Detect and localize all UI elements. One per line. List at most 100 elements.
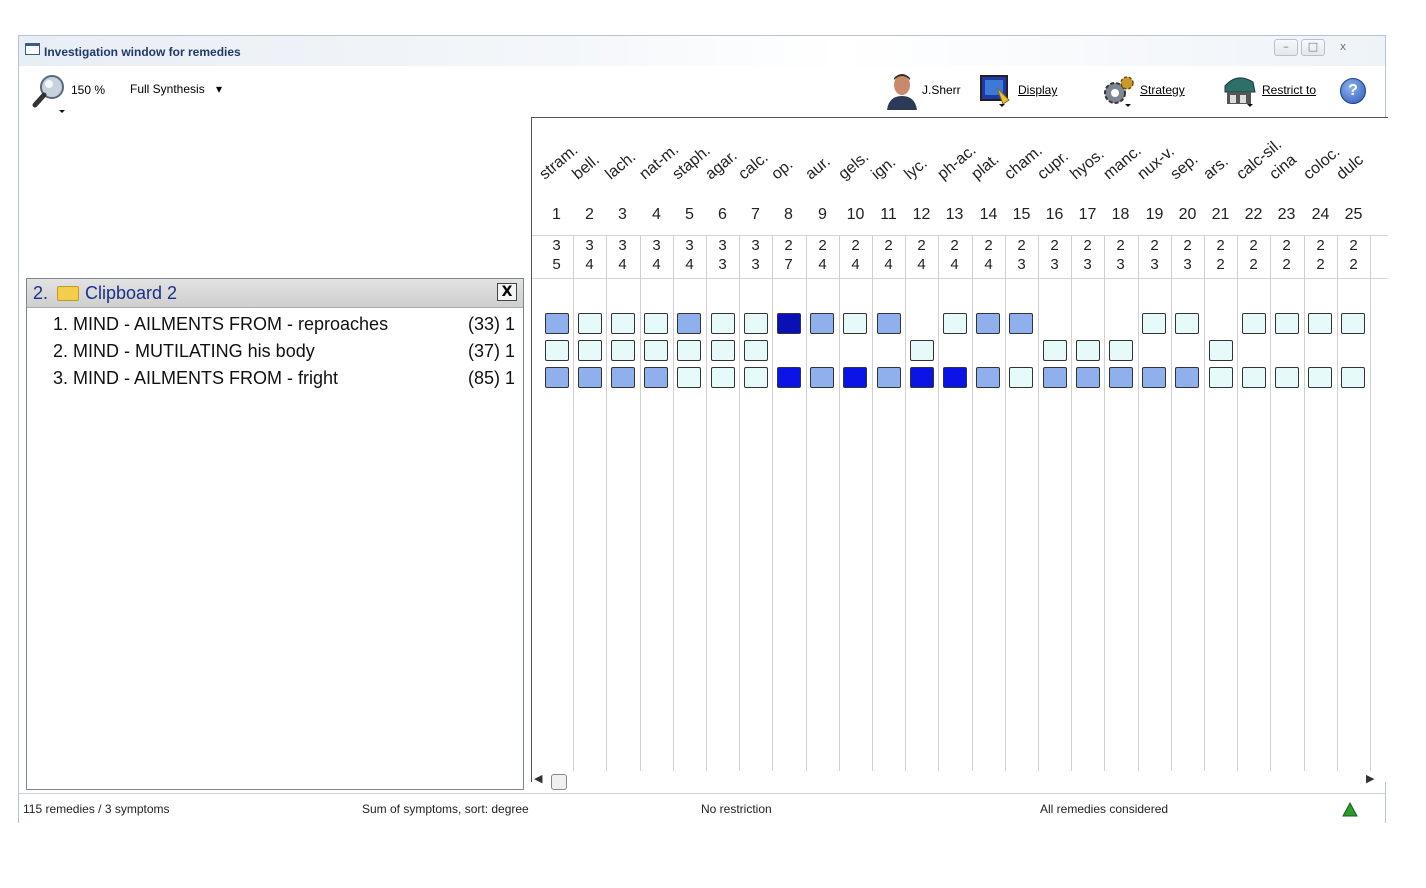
grade-cell[interactable]: [777, 313, 801, 334]
remedy-name[interactable]: aur.: [802, 153, 834, 184]
remedy-name[interactable]: cham.: [1001, 142, 1046, 184]
grade-cell[interactable]: [1242, 313, 1266, 334]
user-name[interactable]: J.Sherr: [922, 83, 961, 97]
grade-cell[interactable]: [744, 340, 768, 361]
grade-cell[interactable]: [910, 340, 934, 361]
grade-cell[interactable]: [1209, 367, 1233, 388]
column-divider: [1071, 235, 1072, 771]
grade-cell[interactable]: [877, 313, 901, 334]
strategy-button[interactable]: Strategy: [1140, 83, 1185, 97]
remedy-name[interactable]: lyc.: [901, 155, 931, 184]
column-divider: [573, 235, 574, 771]
grade-cell[interactable]: [1242, 367, 1266, 388]
remedy-name[interactable]: op.: [768, 156, 797, 184]
grade-cell[interactable]: [1109, 367, 1133, 388]
remedy-degree-sum: 4: [685, 256, 694, 273]
grade-cell[interactable]: [677, 313, 701, 334]
grade-cell[interactable]: [644, 313, 668, 334]
remedy-rank: 14: [979, 206, 998, 223]
grade-cell[interactable]: [1109, 340, 1133, 361]
grade-cell[interactable]: [1308, 313, 1332, 334]
grade-cell[interactable]: [1209, 340, 1233, 361]
grade-cell[interactable]: [545, 313, 569, 334]
restrict-button[interactable]: Restrict to: [1262, 83, 1316, 97]
grade-cell[interactable]: [611, 313, 635, 334]
grade-cell[interactable]: [578, 340, 602, 361]
minimize-button[interactable]: –: [1274, 39, 1298, 56]
grade-cell[interactable]: [711, 367, 735, 388]
grade-cell[interactable]: [1142, 313, 1166, 334]
zoom-button[interactable]: [31, 74, 67, 114]
restrict-icon-button[interactable]: [1223, 72, 1259, 108]
display-icon-button[interactable]: [979, 74, 1013, 108]
grade-cell[interactable]: [545, 340, 569, 361]
remedy-rank: 17: [1078, 206, 1097, 223]
display-button[interactable]: Display: [1018, 83, 1057, 97]
grade-cell[interactable]: [1009, 313, 1033, 334]
grade-cell[interactable]: [976, 367, 1000, 388]
horizontal-scrollbar-thumb[interactable]: [551, 774, 567, 790]
remedy-name[interactable]: calc.: [735, 149, 772, 184]
remedy-name[interactable]: nux-v.: [1134, 143, 1178, 184]
clipboard-header[interactable]: 2. Clipboard 2 X: [27, 279, 523, 308]
grade-cell[interactable]: [1175, 313, 1199, 334]
grade-cell[interactable]: [1142, 367, 1166, 388]
grade-cell[interactable]: [810, 313, 834, 334]
strategy-icon-button[interactable]: [1101, 74, 1137, 108]
user-button[interactable]: [885, 72, 919, 110]
grade-cell[interactable]: [644, 367, 668, 388]
remedy-name[interactable]: ign.: [868, 154, 899, 184]
grade-cell[interactable]: [744, 313, 768, 334]
grade-cell[interactable]: [877, 367, 901, 388]
grade-cell[interactable]: [1341, 313, 1365, 334]
grade-cell[interactable]: [744, 367, 768, 388]
grade-cell[interactable]: [578, 367, 602, 388]
grade-cell[interactable]: [1076, 340, 1100, 361]
clipboard-close-button[interactable]: X: [497, 283, 517, 301]
grade-cell[interactable]: [578, 313, 602, 334]
grade-cell[interactable]: [677, 367, 701, 388]
grade-cell[interactable]: [810, 367, 834, 388]
help-icon[interactable]: ?: [1340, 78, 1366, 104]
grade-cell[interactable]: [1043, 340, 1067, 361]
remedy-name[interactable]: lach.: [602, 148, 639, 184]
remedy-symptom-count: 2: [1349, 237, 1358, 254]
scroll-right-arrow[interactable]: ▶: [1366, 772, 1374, 785]
close-button[interactable]: x: [1331, 39, 1355, 56]
grade-cell[interactable]: [843, 367, 867, 388]
grade-cell[interactable]: [943, 367, 967, 388]
grade-cell[interactable]: [611, 340, 635, 361]
scroll-left-arrow[interactable]: ◀: [534, 772, 542, 785]
grade-cell[interactable]: [1175, 367, 1199, 388]
remedy-name[interactable]: manc.: [1100, 142, 1145, 184]
grade-cell[interactable]: [1076, 367, 1100, 388]
remedy-name[interactable]: gels.: [835, 148, 872, 184]
grade-cell[interactable]: [611, 367, 635, 388]
remedy-name[interactable]: coloc.: [1300, 143, 1344, 184]
grade-cell[interactable]: [777, 367, 801, 388]
grade-cell[interactable]: [843, 313, 867, 334]
remedy-rank: 23: [1277, 206, 1296, 223]
synthesis-dropdown[interactable]: Full Synthesis ▾: [130, 82, 222, 96]
grade-cell[interactable]: [1308, 367, 1332, 388]
grade-cell[interactable]: [711, 340, 735, 361]
remedy-rank: 21: [1211, 206, 1230, 223]
remedy-degree-sum: 7: [784, 256, 793, 273]
grade-cell[interactable]: [545, 367, 569, 388]
grade-cell[interactable]: [976, 313, 1000, 334]
grade-cell[interactable]: [1043, 367, 1067, 388]
remedy-name[interactable]: ars.: [1200, 153, 1232, 184]
grade-cell[interactable]: [943, 313, 967, 334]
remedy-name[interactable]: ph-ac.: [934, 142, 980, 184]
grade-cell[interactable]: [711, 313, 735, 334]
grade-cell[interactable]: [644, 340, 668, 361]
grade-cell[interactable]: [677, 340, 701, 361]
remedy-degree-sum: 3: [1116, 256, 1125, 273]
grade-cell[interactable]: [1275, 367, 1299, 388]
maximize-button[interactable]: □: [1301, 39, 1325, 56]
grade-cell[interactable]: [1341, 367, 1365, 388]
grade-cell[interactable]: [910, 367, 934, 388]
grade-cell[interactable]: [1009, 367, 1033, 388]
remedy-name[interactable]: hyos.: [1067, 146, 1108, 184]
grade-cell[interactable]: [1275, 313, 1299, 334]
